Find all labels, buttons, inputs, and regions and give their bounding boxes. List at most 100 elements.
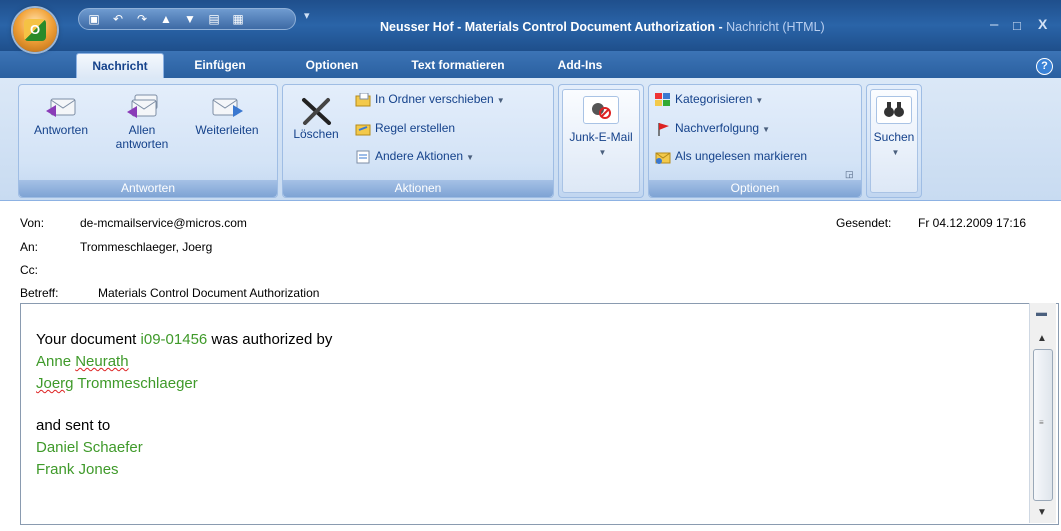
authorizer-2: Joerg Trommeschlaeger	[36, 375, 198, 392]
grip-icon: ≡	[1039, 418, 1044, 427]
forward-label: Weiterleiten	[195, 123, 259, 137]
chevron-down-icon: ▼	[466, 153, 474, 162]
down-arrow-icon[interactable]: ▼	[181, 12, 199, 26]
quick-access-toolbar: ▣ ↶ ↷ ▲ ▼ ▤ ▦	[78, 8, 296, 30]
junk-icon	[583, 96, 619, 124]
sent-value: Fr 04.12.2009 17:16	[918, 216, 1027, 230]
rule-label: Regel erstellen	[375, 121, 456, 135]
create-rule-button[interactable]: Regel erstellen	[355, 121, 455, 136]
categorize-icon	[655, 92, 671, 107]
group-antworten: Antworten Allen antworten Weiterleiten A…	[18, 84, 278, 198]
delete-x-icon	[299, 97, 333, 125]
junk-email-button[interactable]: Junk-E-Mail ▼	[562, 89, 640, 193]
categorize-button[interactable]: Kategorisieren ▼	[655, 92, 763, 107]
move-to-folder-button[interactable]: In Ordner verschieben ▼	[355, 92, 505, 107]
undo-icon[interactable]: ↶	[109, 12, 127, 26]
subject-value: Materials Control Document Authorization	[98, 286, 320, 300]
scroll-up-arrow-icon[interactable]: ▲	[1037, 333, 1047, 344]
window-title-sub: Nachricht (HTML)	[726, 20, 825, 34]
delete-label: Löschen	[293, 127, 339, 141]
search-label: Suchen	[873, 130, 915, 144]
vertical-scrollbar[interactable]: ▬ ▲ ≡ ▼	[1029, 303, 1056, 523]
tab-einfuegen[interactable]: Einfügen	[182, 53, 258, 78]
group-label-optionen: Optionen	[649, 180, 861, 197]
recipient-1: Daniel Schaefer	[36, 439, 143, 456]
junk-label: Junk-E-Mail	[569, 130, 633, 144]
other-actions-icon	[355, 150, 371, 164]
reply-icon	[44, 93, 78, 121]
reply-all-label-2: antworten	[115, 137, 169, 151]
tab-text-formatieren[interactable]: Text formatieren	[394, 53, 522, 78]
tab-optionen[interactable]: Optionen	[292, 53, 372, 78]
chevron-down-icon: ▼	[496, 96, 505, 105]
reply-button[interactable]: Antworten	[21, 93, 101, 137]
chevron-down-icon: ▼	[598, 148, 607, 157]
categorize-label: Kategorisieren	[675, 92, 753, 106]
window-title-main: Neusser Hof - Materials Control Document…	[380, 20, 727, 34]
to-label: An:	[20, 240, 39, 254]
authorizer-1: Anne Neurath	[36, 353, 129, 370]
office-button[interactable]: O	[13, 8, 57, 52]
group-label-aktionen: Aktionen	[283, 180, 553, 197]
authorizer-1-last: Neurath	[75, 353, 129, 370]
reply-label: Antworten	[33, 123, 89, 137]
search-button[interactable]: Suchen ▼	[870, 89, 918, 193]
binoculars-icon	[876, 96, 912, 124]
help-icon[interactable]: ?	[1036, 58, 1053, 75]
body-line-1: Your document i09-01456 was authorized b…	[36, 331, 332, 348]
tab-add-ins[interactable]: Add-Ins	[548, 53, 612, 78]
other-actions-label: Andere Aktionen	[375, 149, 464, 163]
move-label: In Ordner verschieben	[375, 92, 494, 106]
scroll-down-arrow-icon[interactable]: ▼	[1037, 507, 1047, 518]
group-label-antworten: Antworten	[19, 180, 277, 197]
scrollbar-thumb[interactable]: ≡	[1033, 349, 1053, 501]
chevron-down-icon: ▼	[755, 96, 764, 105]
chevron-down-icon: ▼	[891, 148, 900, 157]
copy-icon[interactable]: ▤	[205, 12, 223, 26]
group-suchen: Suchen ▼	[866, 84, 922, 198]
other-actions-button[interactable]: Andere Aktionen ▼	[355, 149, 474, 164]
minimize-button[interactable]: –	[990, 16, 998, 33]
to-value[interactable]: Trommeschlaeger, Joerg	[80, 240, 212, 254]
reply-all-icon	[125, 93, 159, 121]
delete-button[interactable]: Löschen	[287, 97, 345, 141]
followup-label: Nachverfolgung	[675, 121, 760, 135]
chevron-down-icon: ▼	[762, 125, 770, 134]
close-button[interactable]: X	[1038, 16, 1047, 32]
rule-icon	[355, 122, 371, 136]
up-arrow-icon[interactable]: ▲	[157, 12, 175, 26]
reply-all-button[interactable]: Allen antworten	[107, 93, 177, 151]
customize-qat-icon[interactable]: ▾	[304, 9, 310, 22]
maximize-button[interactable]: □	[1013, 18, 1021, 33]
unread-label: Als ungelesen markieren	[675, 149, 808, 163]
subject-label: Betreff:	[20, 286, 59, 300]
from-value[interactable]: de-mcmailservice@micros.com	[80, 216, 247, 230]
recipient-2: Frank Jones	[36, 461, 119, 478]
forward-button[interactable]: Weiterleiten	[179, 93, 275, 137]
sent-to-text: and sent to	[36, 417, 111, 434]
authorizer-1-first: Anne	[36, 353, 76, 370]
dialog-launcher-icon[interactable]: ◲	[845, 169, 854, 180]
print-icon[interactable]: ▦	[229, 12, 247, 26]
authorizer-2-first: Joerg	[36, 375, 74, 392]
mark-unread-button[interactable]: Als ungelesen markieren	[655, 149, 807, 164]
sent-label: Gesendet:	[836, 216, 892, 230]
group-aktionen: Löschen In Ordner verschieben ▼ Regel ers…	[282, 84, 554, 198]
tab-nachricht[interactable]: Nachricht	[76, 53, 164, 79]
redo-icon[interactable]: ↷	[133, 12, 151, 26]
unread-envelope-icon	[655, 150, 671, 164]
followup-button[interactable]: Nachverfolgung ▼	[655, 121, 770, 136]
save-icon[interactable]: ▣	[85, 12, 103, 26]
authorizer-2-last: Trommeschlaeger	[73, 375, 198, 392]
outlook-logo-icon: O	[24, 19, 46, 41]
body-text: was authorized by	[207, 331, 333, 348]
document-number: i09-01456	[140, 331, 208, 348]
cc-label: Cc:	[20, 263, 38, 277]
move-folder-icon	[355, 92, 371, 107]
ruler-toggle-icon[interactable]: ▬	[1036, 307, 1047, 319]
reply-all-label-1: Allen	[128, 123, 156, 137]
flag-icon	[655, 122, 671, 136]
body-text: Your document	[36, 331, 141, 348]
group-junk: Junk-E-Mail ▼	[558, 84, 644, 198]
group-optionen: Kategorisieren ▼ Nachverfolgung ▼ Als unge…	[648, 84, 862, 198]
